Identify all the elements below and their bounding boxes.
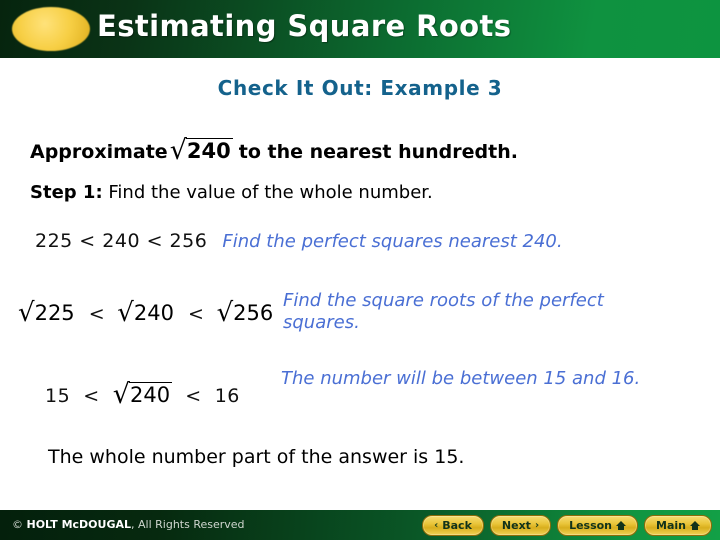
lesson-button[interactable]: Lesson <box>557 515 639 536</box>
inequality-2-operator-1: < <box>88 303 106 325</box>
back-button-label: Back <box>442 519 472 532</box>
main-button[interactable]: Main <box>644 515 712 536</box>
copyright-rights: , All Rights Reserved <box>131 518 245 531</box>
radicand-value: 240 <box>185 138 233 163</box>
radical-256: √256 <box>216 297 276 328</box>
copyright-text: © HOLT McDOUGAL, All Rights Reserved <box>12 518 245 531</box>
chevron-left-icon: ‹ <box>434 520 439 531</box>
header-ellipse-decoration <box>12 7 90 51</box>
inequality-row-2: √225 < √240 < √256 <box>18 297 276 328</box>
conclusion-line: The whole number part of the answer is 1… <box>48 446 465 468</box>
next-button-label: Next <box>501 519 531 532</box>
radicand-value: 240 <box>133 301 174 325</box>
inequality-1-note: Find the perfect squares nearest 240. <box>222 231 563 252</box>
step-1-label: Step 1: <box>30 182 103 203</box>
radical-225: √225 <box>18 297 77 328</box>
navigation-bar: ‹ Back Next › Lesson Main <box>422 515 712 536</box>
inequality-2-note-block: Find the square roots of the perfect squ… <box>283 290 653 334</box>
problem-suffix: to the nearest hundredth. <box>238 141 518 163</box>
radical-sign-icon: √ <box>117 298 134 328</box>
step-1-line: Step 1: Find the value of the whole numb… <box>30 182 433 203</box>
step-1-text: Find the value of the whole number. <box>108 182 433 203</box>
inequality-3-right: 16 <box>214 385 240 407</box>
radical-240: √240 <box>117 297 176 328</box>
radical-sign-icon: √ <box>18 298 35 328</box>
radicand-value: 256 <box>233 301 274 325</box>
home-icon <box>690 521 700 530</box>
lesson-button-label: Lesson <box>569 519 613 532</box>
radicand-value: 225 <box>34 301 75 325</box>
slide: Estimating Square Roots Check It Out: Ex… <box>0 0 720 540</box>
inequality-2-operator-2: < <box>188 303 205 325</box>
radical-sign-icon: √ <box>169 135 187 166</box>
problem-statement: Approximate √240 to the nearest hundredt… <box>30 134 518 166</box>
copyright-symbol-icon: © <box>12 518 23 531</box>
slide-footer: © HOLT McDOUGAL, All Rights Reserved ‹ B… <box>0 510 720 540</box>
inequality-3-left: 15 <box>45 385 71 407</box>
home-icon <box>616 521 627 530</box>
main-button-label: Main <box>656 519 686 532</box>
radicand-value: 240 <box>129 382 173 407</box>
radical-240: √240 <box>169 134 233 166</box>
radical-240: √240 <box>112 378 173 410</box>
example-subtitle: Check It Out: Example 3 <box>217 76 503 100</box>
page-title: Estimating Square Roots <box>97 9 512 43</box>
chevron-right-icon: › <box>534 520 540 531</box>
radical-sign-icon: √ <box>216 298 234 328</box>
slide-header: Estimating Square Roots <box>0 0 720 58</box>
inequality-1-expression: 225 < 240 < 256 <box>35 230 208 252</box>
inequality-row-3: 15 < √240 < 16 <box>45 378 240 410</box>
problem-prefix: Approximate <box>30 141 168 163</box>
inequality-row-1: 225 < 240 < 256 Find the perfect squares… <box>35 230 715 253</box>
inequality-3-note: The number will be between 15 and 16. <box>281 368 641 389</box>
inequality-3-operator-1: < <box>83 385 100 407</box>
inequality-3-note-block: The number will be between 15 and 16. <box>281 368 651 390</box>
radical-sign-icon: √ <box>112 379 131 410</box>
back-button[interactable]: ‹ Back <box>422 515 484 536</box>
next-button[interactable]: Next › <box>489 515 552 536</box>
inequality-3-operator-2: < <box>185 385 202 407</box>
inequality-2-note: Find the square roots of the perfect squ… <box>283 290 604 333</box>
copyright-brand: HOLT McDOUGAL <box>26 518 132 531</box>
